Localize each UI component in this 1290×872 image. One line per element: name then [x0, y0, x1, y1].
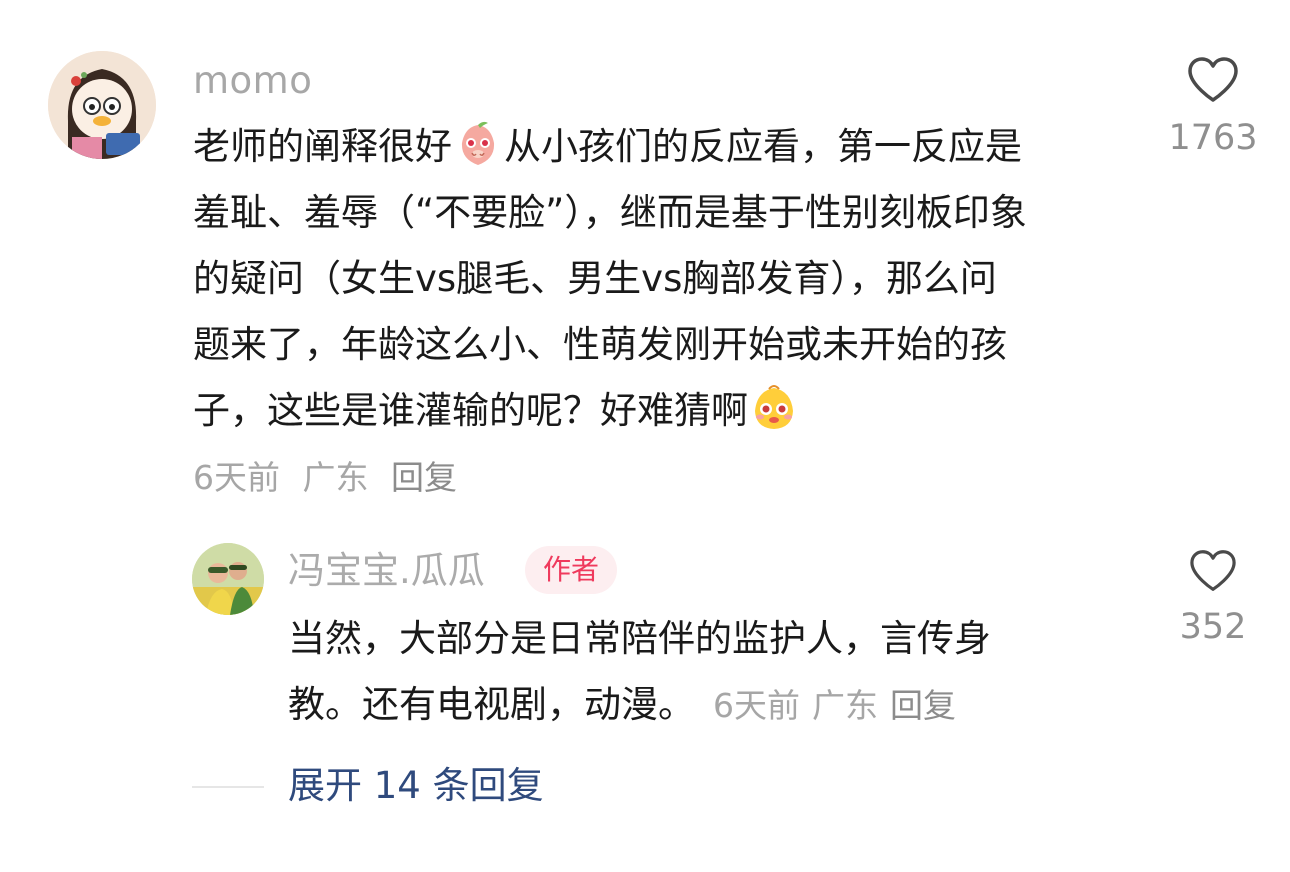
reply-username[interactable]: 冯宝宝.瓜瓜: [288, 548, 485, 594]
comment-text[interactable]: 老师的阐释很好 从小孩们的反应看，第一反应是 羞耻、羞辱（“不要脸”），继而是基…: [193, 114, 1153, 444]
heart-outline-icon[interactable]: [1186, 56, 1240, 104]
reply-text[interactable]: 当然，大部分是日常陪伴的监护人，言传身 教。还有电视剧，动漫。 6天前 广东 回复: [288, 606, 1148, 738]
blushing-peach-emoji: [461, 121, 495, 165]
comment-location: 广东: [302, 458, 369, 497]
reply-line-2-text: 教。还有电视剧，动漫。: [288, 683, 695, 726]
reply-like-count: 352: [1179, 607, 1247, 647]
comment-line-5-text: 子，这些是谁灌输的呢？好难猜啊: [193, 389, 748, 432]
reply-meta: 6天前 广东 回复: [713, 686, 968, 725]
comment-username[interactable]: momo: [193, 58, 312, 104]
expand-replies-button[interactable]: 展开 14 条回复: [288, 763, 544, 809]
reply-user-avatar[interactable]: [192, 543, 264, 615]
comment-line-1: 老师的阐释很好 从小孩们的反应看，第一反应是: [193, 114, 1153, 180]
comment-time: 6天前: [193, 458, 280, 497]
user-avatar[interactable]: [48, 51, 156, 159]
reply-button[interactable]: 回复: [391, 458, 457, 497]
expand-divider: [192, 786, 264, 788]
comment-line-1-part-b: 从小孩们的反应看，第一反应是: [504, 125, 1022, 168]
like-count: 1763: [1168, 118, 1258, 158]
avatar-photo: [192, 543, 264, 615]
comment-line-2: 羞耻、羞辱（“不要脸”），继而是基于性别刻板印象: [193, 191, 1027, 234]
reply-reply-button[interactable]: 回复: [890, 686, 956, 725]
heart-outline-icon[interactable]: [1188, 549, 1238, 593]
avatar-illustration: [48, 51, 156, 159]
reply-line-1: 当然，大部分是日常陪伴的监护人，言传身: [288, 617, 991, 660]
comment-line-1-part-a: 老师的阐释很好: [193, 125, 452, 168]
comment-line-5: 子，这些是谁灌输的呢？好难猜啊: [193, 378, 1153, 444]
reply-location: 广东: [812, 686, 878, 725]
teary-face-emoji: [755, 385, 793, 429]
reply-line-2: 教。还有电视剧，动漫。 6天前 广东 回复: [288, 672, 1148, 738]
comment-like[interactable]: 1763: [1158, 56, 1268, 158]
comment-line-3: 的疑问（女生vs腿毛、男生vs胸部发育），那么问: [193, 257, 997, 300]
author-badge: 作者: [525, 546, 618, 594]
reply-time: 6天前: [713, 686, 800, 725]
comment-meta: 6天前 广东 回复: [193, 458, 469, 498]
comment-line-4: 题来了，年龄这么小、性萌发刚开始或未开始的孩: [193, 323, 1007, 366]
comment-thread: momo 老师的阐释很好 从小孩们的反应看，第一反应是 羞耻、羞辱（“不要脸”）…: [0, 0, 1290, 872]
reply-like[interactable]: 352: [1158, 549, 1268, 647]
